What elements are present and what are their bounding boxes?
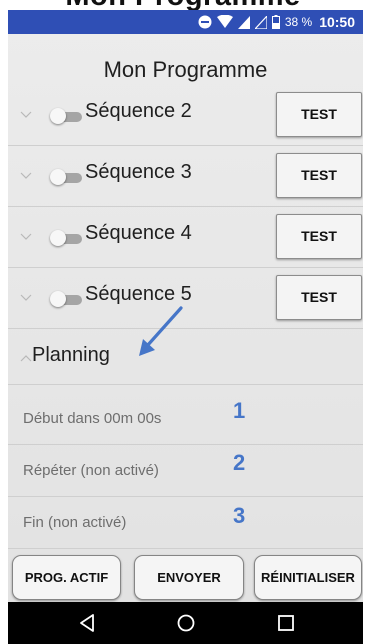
status-bar: 38 % 10:50 (8, 10, 363, 34)
annotation-number: 1 (233, 398, 246, 423)
sequence-label: Séquence 2 (85, 100, 192, 122)
toggle-thumb (50, 169, 66, 185)
phone-screen: 38 % 10:50 Mon Programme Séquence 2 TEST… (8, 10, 363, 602)
planning-label: Planning (32, 344, 110, 366)
envoyer-button[interactable]: ENVOYER (134, 555, 244, 600)
annotation-arrow-icon (139, 306, 183, 356)
signal-icon (237, 15, 250, 29)
recents-icon[interactable] (276, 613, 296, 633)
sequence-toggle[interactable] (46, 169, 84, 185)
chevron-up-icon[interactable] (20, 353, 32, 365)
do-not-disturb-icon (198, 15, 212, 29)
test-button[interactable]: TEST (276, 214, 362, 259)
test-button[interactable]: TEST (276, 92, 362, 137)
annotation-number: 2 (233, 450, 246, 475)
planning-end-setting[interactable]: Fin (non activé) (8, 497, 363, 549)
sequence-toggle[interactable] (46, 108, 84, 124)
repeat-label: Répéter (non activé) (23, 462, 159, 479)
prog-actif-button[interactable]: PROG. ACTIF (12, 555, 121, 600)
sequence-toggle[interactable] (46, 291, 84, 307)
chevron-down-icon[interactable] (20, 109, 32, 121)
test-button[interactable]: TEST (276, 275, 362, 320)
navigation-bar (8, 602, 363, 644)
toggle-thumb (50, 291, 66, 307)
toggle-thumb (50, 230, 66, 246)
reinitialiser-button[interactable]: RÉINITIALISER (254, 555, 362, 600)
sequence-toggle[interactable] (46, 230, 84, 246)
back-icon[interactable] (78, 613, 98, 633)
clock: 10:50 (319, 14, 355, 30)
chevron-down-icon[interactable] (20, 292, 32, 304)
planning-repeat-setting[interactable]: Répéter (non activé) (8, 445, 363, 497)
battery-icon (271, 15, 280, 29)
chevron-down-icon[interactable] (20, 170, 32, 182)
status-icons: 38 % 10:50 (198, 10, 355, 34)
sequence-row[interactable]: Séquence 2 TEST (8, 85, 363, 146)
annotation-number: 3 (233, 503, 246, 528)
battery-percent: 38 % (284, 15, 313, 29)
toggle-thumb (50, 108, 66, 124)
wifi-icon (216, 15, 233, 28)
chevron-down-icon[interactable] (20, 231, 32, 243)
home-icon[interactable] (176, 613, 196, 633)
test-button[interactable]: TEST (276, 153, 362, 198)
page-title: Mon Programme (103, 57, 268, 82)
start-delay-label: Début dans 00m 00s (23, 410, 162, 427)
sequence-row[interactable]: Séquence 3 TEST (8, 146, 363, 207)
planning-start-setting[interactable]: Début dans 00m 00s (8, 393, 363, 445)
sequence-row[interactable]: Séquence 4 TEST (8, 207, 363, 268)
end-label: Fin (non activé) (23, 514, 127, 531)
sequence-label: Séquence 4 (85, 222, 192, 244)
sequence-label: Séquence 3 (85, 161, 192, 183)
signal-icon (254, 15, 267, 29)
